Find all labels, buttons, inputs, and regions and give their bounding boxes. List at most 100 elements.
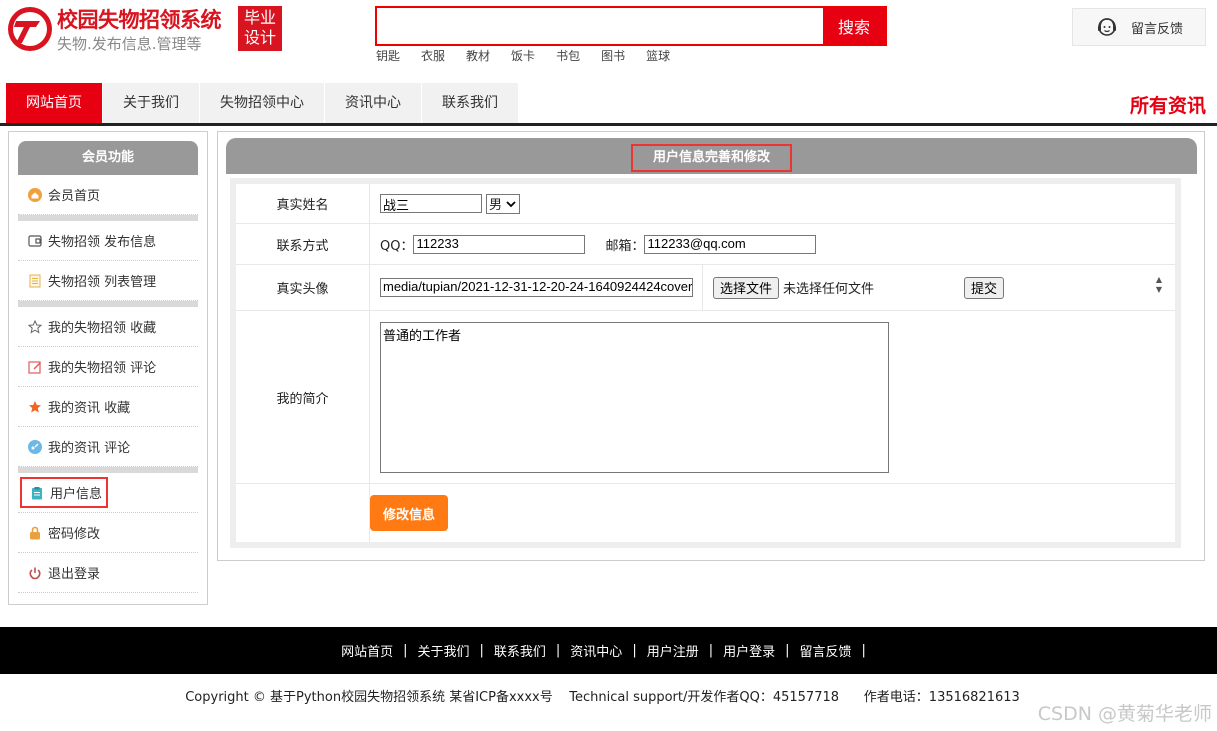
contact-label: 联系方式	[236, 224, 370, 264]
chevron-down-icon	[506, 200, 516, 207]
choose-file-button[interactable]: 选择文件	[713, 276, 780, 299]
footer-separator: |	[708, 643, 714, 658]
hot-tag[interactable]: 书包	[556, 47, 580, 64]
sidebar-item-lost-comments[interactable]: 我的失物招领 评论	[18, 347, 198, 387]
list-doc-icon	[29, 274, 41, 287]
footer-link-news[interactable]: 资讯中心	[570, 641, 622, 660]
update-info-button[interactable]: 修改信息	[370, 495, 449, 531]
no-file-text: 未选择任何文件	[783, 282, 875, 297]
copyright-text: Copyright © 基于Python校园失物招领系统 某省ICP备xxxx号…	[185, 690, 1020, 705]
gender-value: 男	[489, 198, 503, 213]
footer-link-contact[interactable]: 联系我们	[494, 641, 546, 660]
sidebar-item-label: 退出登录	[48, 567, 101, 582]
footer-separator: |	[403, 643, 408, 658]
search-button[interactable]: 搜索	[823, 8, 885, 44]
graduation-badge: 毕业 设计	[238, 6, 282, 51]
sidebar-item-lost-favorites[interactable]: 我的失物招领 收藏	[18, 307, 198, 347]
all-news-link[interactable]: 所有资讯	[1130, 91, 1206, 118]
hot-tag[interactable]: 衣服	[421, 47, 445, 64]
hot-tag[interactable]: 钥匙	[376, 47, 400, 64]
nav-item-about[interactable]: 关于我们	[103, 83, 200, 123]
sidebar-item-label: 失物招领 发布信息	[48, 235, 157, 250]
sidebar-item-list-manage[interactable]: 失物招领 列表管理	[18, 261, 198, 301]
search-bar: 搜索	[375, 6, 887, 46]
hot-tags: 钥匙 衣服 教材 饭卡 书包 图书 篮球	[376, 47, 691, 64]
sidebar-item-member-home[interactable]: 会员首页	[18, 175, 198, 215]
scroll-stepper[interactable]: ▲ ▼	[1153, 275, 1165, 297]
form-row-avatar: 真实头像 media/tupian/2021-12-31-12-20-24-16…	[236, 265, 1175, 311]
user-info-panel: 用户信息完善和修改 真实姓名 战三 男 联系方式 QQ： 112233 邮箱： …	[217, 131, 1205, 561]
sidebar-heading: 会员功能	[18, 141, 198, 175]
site-logo	[8, 7, 52, 51]
watermark: CSDN @黄菊华老师	[1037, 703, 1212, 725]
home-circle-icon	[28, 187, 42, 202]
hot-tag[interactable]: 饭卡	[511, 47, 535, 64]
sidebar-item-label: 我的失物招领 收藏	[48, 321, 157, 336]
sidebar-item-label: 密码修改	[48, 527, 101, 542]
bio-label: 我的简介	[236, 311, 370, 483]
form-row-submit: 修改信息	[236, 484, 1175, 542]
star-outline-icon	[28, 319, 42, 334]
footer-separator: |	[555, 643, 561, 658]
nav-divider	[0, 123, 1217, 126]
email-input[interactable]: 112233@qq.com	[644, 234, 817, 254]
footer-link-about[interactable]: 关于我们	[417, 641, 469, 660]
headset-icon	[1098, 18, 1116, 36]
power-icon	[29, 567, 41, 579]
empty-label-cell	[236, 484, 370, 542]
user-info-form: 真实姓名 战三 男 联系方式 QQ： 112233 邮箱： 112233@qq.…	[230, 178, 1181, 548]
sidebar-item-label: 我的失物招领 评论	[48, 361, 157, 376]
hot-tag[interactable]: 篮球	[646, 47, 670, 64]
badge-line-2: 设计	[243, 28, 276, 47]
email-label: 邮箱：	[605, 238, 645, 254]
qq-label: QQ：	[380, 238, 414, 254]
name-input[interactable]: 战三	[380, 194, 482, 213]
nav-item-lost-found[interactable]: 失物招领中心	[200, 83, 325, 123]
feedback-button[interactable]: 留言反馈	[1072, 8, 1206, 46]
bio-textarea[interactable]: 普通的工作者	[380, 321, 889, 473]
footer-separator: |	[785, 643, 790, 658]
search-input[interactable]	[377, 8, 823, 44]
nav-item-home[interactable]: 网站首页	[6, 83, 103, 123]
sidebar-item-user-info[interactable]: 用户信息	[18, 473, 198, 513]
footer-link-login[interactable]: 用户登录	[723, 641, 775, 660]
sidebar-item-news-favorites[interactable]: 我的资讯 收藏	[18, 387, 198, 427]
member-sidebar: 会员功能 会员首页 失物招领 发布信息 失物招领 列表管理 我的失物招领 收藏 …	[8, 131, 208, 605]
sidebar-item-label: 用户信息	[50, 487, 103, 502]
star-filled-icon	[29, 400, 41, 412]
main-nav: 网站首页 关于我们 失物招领中心 资讯中心 联系我们	[6, 83, 519, 123]
footer-link-register[interactable]: 用户注册	[647, 641, 699, 660]
edit-icon	[28, 360, 41, 374]
publish-icon	[28, 234, 42, 247]
form-row-bio: 我的简介 普通的工作者	[236, 311, 1175, 484]
feedback-label: 留言反馈	[1131, 21, 1184, 37]
panel-header: 用户信息完善和修改	[226, 138, 1197, 174]
sidebar-item-publish[interactable]: 失物招领 发布信息	[18, 221, 198, 261]
badge-line-1: 毕业	[243, 8, 276, 27]
footer-link-home[interactable]: 网站首页	[341, 641, 393, 660]
footer-link-feedback[interactable]: 留言反馈	[800, 641, 852, 660]
hot-tag[interactable]: 教材	[466, 47, 490, 64]
clipboard-icon	[32, 486, 42, 499]
nav-item-news[interactable]: 资讯中心	[325, 83, 422, 123]
form-row-contact: 联系方式 QQ： 112233 邮箱： 112233@qq.com	[236, 224, 1175, 265]
name-label: 真实姓名	[236, 184, 370, 223]
sidebar-item-logout[interactable]: 退出登录	[18, 553, 198, 593]
cell-divider	[702, 265, 703, 310]
avatar-path-input[interactable]: media/tupian/2021-12-31-12-20-24-1640924…	[380, 278, 693, 297]
form-row-name: 真实姓名 战三 男	[236, 184, 1175, 224]
gender-select[interactable]: 男	[486, 193, 521, 214]
footer-separator: |	[861, 643, 866, 658]
nav-item-contact[interactable]: 联系我们	[422, 83, 519, 123]
hot-tag[interactable]: 图书	[601, 47, 625, 64]
comment-circle-icon	[28, 439, 42, 454]
upload-submit-button[interactable]: 提交	[964, 276, 1005, 299]
sidebar-item-label: 会员首页	[48, 189, 101, 204]
sidebar-item-label: 失物招领 列表管理	[48, 275, 157, 290]
sidebar-item-change-password[interactable]: 密码修改	[18, 513, 198, 553]
footer-separator: |	[479, 643, 484, 658]
qq-input[interactable]: 112233	[413, 234, 586, 254]
user-info-highlight: 用户信息	[20, 477, 109, 508]
sidebar-item-news-comments[interactable]: 我的资讯 评论	[18, 427, 198, 467]
sidebar-item-label: 我的资讯 评论	[48, 441, 131, 456]
